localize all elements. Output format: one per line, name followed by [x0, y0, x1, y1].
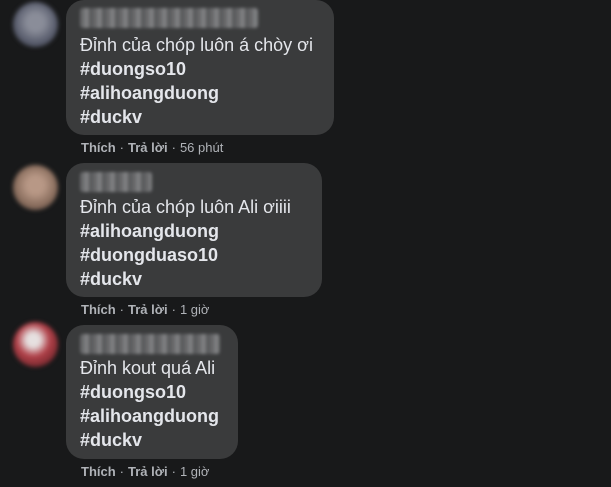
hashtag-link[interactable]: #alihoangduong [80, 219, 219, 243]
like-button[interactable]: Thích [81, 302, 116, 317]
reply-button[interactable]: Trả lời [128, 140, 168, 155]
avatar[interactable] [13, 2, 58, 47]
comment-bubble: Đỉnh kout quá Ali #duongso10 #alihoangdu… [66, 325, 238, 459]
like-button[interactable]: Thích [81, 464, 116, 479]
timestamp[interactable]: 1 giờ [180, 464, 210, 479]
separator: · [119, 464, 125, 479]
hashtag-link[interactable]: #duongduaso10 [80, 243, 218, 267]
timestamp[interactable]: 56 phút [180, 140, 223, 155]
separator: · [171, 464, 176, 479]
timestamp[interactable]: 1 giờ [180, 302, 210, 317]
separator: · [119, 302, 125, 317]
separator: · [171, 140, 176, 155]
comment-actions: Thích · Trả lời · 1 giờ [81, 302, 209, 317]
avatar[interactable] [13, 165, 58, 210]
like-button[interactable]: Thích [81, 140, 116, 155]
hashtag-link[interactable]: #duckv [80, 267, 142, 291]
hashtag-link[interactable]: #duongso10 [80, 57, 186, 81]
hashtag-link[interactable]: #duckv [80, 105, 142, 129]
hashtag-link[interactable]: #duongso10 [80, 380, 186, 404]
comment-bubble: Đỉnh của chóp luôn á chòy ơi #duongso10 … [66, 0, 334, 135]
comment-text: Đỉnh của chóp luôn Ali ơiiii [80, 197, 291, 217]
comment-text: Đỉnh kout quá Ali [80, 358, 216, 378]
hashtag-link[interactable]: #duckv [80, 428, 142, 452]
comment-actions: Thích · Trả lời · 56 phút [81, 140, 223, 155]
author-name-blurred[interactable] [80, 334, 220, 354]
comment-actions: Thích · Trả lời · 1 giờ [81, 464, 209, 479]
hashtag-link[interactable]: #alihoangduong [80, 404, 219, 428]
reply-button[interactable]: Trả lời [128, 302, 168, 317]
separator: · [171, 302, 176, 317]
separator: · [119, 140, 125, 155]
reply-button[interactable]: Trả lời [128, 464, 168, 479]
comment-text: Đỉnh của chóp luôn á chòy ơi [80, 35, 313, 55]
author-name-blurred[interactable] [80, 8, 258, 28]
hashtag-link[interactable]: #alihoangduong [80, 81, 219, 105]
comment-bubble: Đỉnh của chóp luôn Ali ơiiii #alihoangdu… [66, 163, 322, 297]
avatar[interactable] [13, 322, 58, 367]
author-name-blurred[interactable] [80, 172, 152, 192]
